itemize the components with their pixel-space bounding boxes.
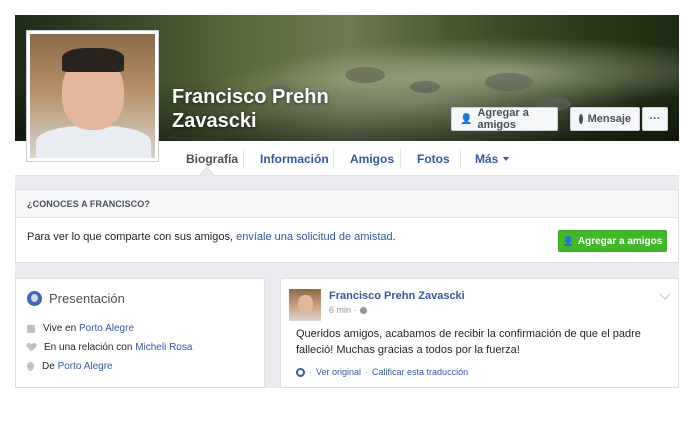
tab-mas[interactable]: Más (475, 141, 510, 176)
heart-icon (27, 343, 36, 352)
rate-translation-link[interactable]: Calificar esta traducción (372, 367, 468, 377)
see-original-link[interactable]: Ver original (316, 367, 361, 377)
message-label: Mensaje (587, 113, 631, 125)
know-message: Para ver lo que comparte con sus amigos,… (27, 231, 396, 243)
intro-card: Presentación Vive en Porto Alegre En una… (15, 278, 265, 388)
intro-row-from: De Porto Alegre (27, 361, 113, 372)
globe-icon (27, 291, 42, 306)
add-friend-icon: 👤 (460, 113, 473, 125)
tab-fotos[interactable]: Fotos (417, 141, 450, 176)
tab-informacion[interactable]: Información (260, 141, 329, 176)
profile-photo (30, 34, 155, 158)
post-meta-separator: · (354, 305, 358, 315)
post-meta: 6 min · (329, 305, 368, 315)
profile-name-line2: Zavascki (172, 110, 257, 132)
know-heading: ¿CONOCES A FRANCISCO? (16, 190, 678, 218)
add-friend-button[interactable]: 👤 Agregar a amigos (451, 107, 558, 131)
profile-name-line1: Francisco Prehn (172, 86, 329, 108)
post-avatar[interactable] (289, 289, 321, 321)
do-you-know-panel: ¿CONOCES A FRANCISCO? Para ver lo que co… (15, 189, 679, 263)
profile-name[interactable]: Francisco Prehn Zavascki (172, 85, 329, 133)
tab-mas-label: Más (475, 151, 499, 166)
tab-biografia[interactable]: Biografía (186, 141, 238, 176)
intro-row-relationship: En una relación con Micheli Rosa (27, 342, 192, 353)
foot-dot-2: · (365, 367, 369, 377)
send-request-link[interactable]: envíale una solicitud de amistad (236, 231, 393, 243)
intro-title-label: Presentación (49, 291, 125, 306)
post-text: Queridos amigos, acabamos de recibir la … (296, 328, 641, 356)
add-friend-green-button[interactable]: 👤 Agregar a amigos (558, 230, 667, 252)
foot-dot-1: · (309, 367, 312, 377)
profile-page: Francisco Prehn Zavascki 👤 Agregar a ami… (15, 15, 679, 388)
gear-icon[interactable] (296, 367, 305, 377)
relationship-link[interactable]: Micheli Rosa (135, 342, 192, 353)
caret-down-icon (503, 156, 510, 161)
profile-picture[interactable] (26, 30, 159, 162)
post-time[interactable]: 6 min (329, 305, 351, 315)
more-options-button[interactable]: ··· (642, 107, 668, 131)
relationship-prefix: En una relación con (44, 342, 133, 353)
lives-prefix: Vive en (43, 323, 77, 334)
know-text-before: Para ver lo que comparte con sus amigos, (27, 231, 237, 243)
location-pin-icon (27, 362, 34, 371)
from-prefix: De (42, 361, 55, 372)
add-friend-green-label: Agregar a amigos (577, 235, 663, 247)
post-translation-footer: · Ver original · Calificar esta traducci… (296, 367, 468, 377)
message-button[interactable]: Mensaje (570, 107, 640, 131)
post-options-chevron-icon[interactable] (659, 288, 671, 300)
messenger-icon (579, 114, 583, 124)
add-friend-icon: 👤 (562, 235, 574, 246)
intro-row-lives: Vive en Porto Alegre (27, 323, 134, 334)
lives-link[interactable]: Porto Alegre (79, 323, 134, 334)
post-author[interactable]: Francisco Prehn Zavascki (329, 290, 465, 302)
from-link[interactable]: Porto Alegre (58, 361, 113, 372)
tab-amigos[interactable]: Amigos (350, 141, 394, 176)
know-text-after: . (392, 231, 396, 243)
more-icon: ··· (649, 113, 661, 125)
add-friend-label: Agregar a amigos (477, 107, 529, 131)
post-card: Francisco Prehn Zavascki 6 min · Querido… (280, 278, 679, 388)
home-icon (27, 324, 35, 333)
intro-title: Presentación (27, 291, 125, 306)
public-globe-icon (360, 306, 368, 314)
